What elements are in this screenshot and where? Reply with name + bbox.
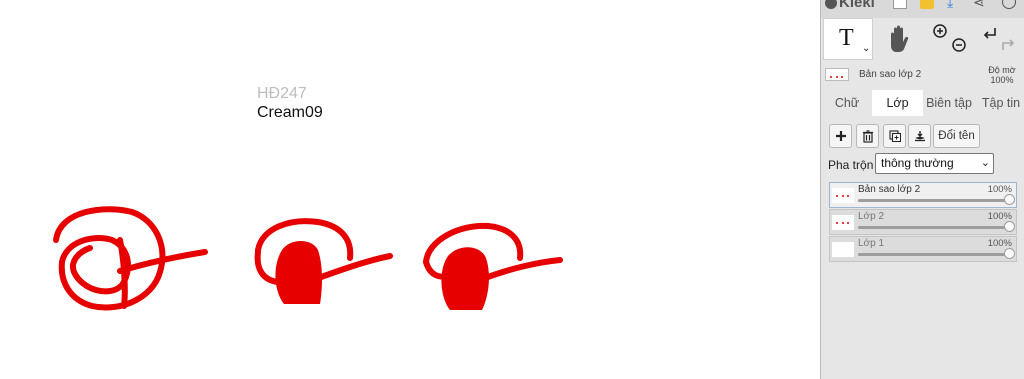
duplicate-layer-button[interactable] <box>883 124 906 148</box>
layer-name: Lớp 2 <box>858 211 885 222</box>
undo-redo-icons <box>983 28 1015 50</box>
layer-thumbnail <box>832 188 854 203</box>
current-layer-info: Bản sao lớp 2 Độ mờ 100% <box>821 60 1024 90</box>
layer-row-lop-2[interactable]: Lớp 2 100% <box>829 209 1017 235</box>
layer-thumbnail <box>832 242 854 257</box>
zoom-in-icon[interactable] <box>933 24 947 38</box>
chevron-down-icon: ⌄ <box>862 43 871 54</box>
layer-opacity-slider-handle[interactable] <box>1004 248 1015 259</box>
undo-redo-tools <box>977 18 1021 60</box>
rename-layer-button[interactable]: Đổi tên <box>933 124 980 148</box>
drawing-canvas[interactable]: HĐ247 Cream09 <box>0 0 820 379</box>
top-toolbar: Kleki ⤓ ⋖ <box>821 0 1024 18</box>
eye-2-line <box>313 253 393 282</box>
layer-opacity-slider[interactable] <box>858 226 1008 229</box>
layer-row-lop-1[interactable]: Lớp 1 100% <box>829 236 1017 262</box>
eye-2-pupil <box>275 241 322 304</box>
panel-tabs: Chữ Lớp Biên tập Tập tin <box>821 90 1024 116</box>
opacity-value: 100% <box>990 75 1014 85</box>
redo-icon[interactable] <box>1002 39 1015 50</box>
tab-bien-tap[interactable]: Biên tập <box>923 90 975 116</box>
text-tool-icon: T <box>839 25 854 51</box>
merge-layer-button[interactable] <box>908 124 931 148</box>
blend-mode-value: thông thường <box>881 156 954 170</box>
share-icon[interactable]: ⋖ <box>973 0 987 9</box>
eye-1-outline <box>53 206 166 311</box>
layer-opacity-slider-handle[interactable] <box>1004 221 1015 232</box>
merge-down-icon <box>915 131 925 142</box>
current-layer-thumbnail <box>825 68 849 81</box>
trash-icon <box>863 130 873 143</box>
layer-controls: Đổi tên Pha trộn thông thường ⌄ Bản sao … <box>821 116 1024 378</box>
logo-icon <box>825 0 837 10</box>
blend-mode-label: Pha trộn <box>828 158 874 172</box>
tab-tap-tin[interactable]: Tập tin <box>977 90 1024 116</box>
layer-opacity-slider-handle[interactable] <box>1004 194 1015 205</box>
text-tool-button[interactable]: T ⌄ <box>823 18 873 60</box>
opacity-label: Độ mờ <box>988 65 1016 75</box>
tools-row: T ⌄ <box>821 18 1024 60</box>
kleki-logo[interactable]: Kleki <box>825 0 875 11</box>
app-name: Kleki <box>839 0 875 11</box>
new-file-icon[interactable] <box>893 0 907 9</box>
side-panel: Kleki ⤓ ⋖ T ⌄ Bản sao lớp 2 Độ mờ 100% C… <box>820 0 1024 379</box>
eye-2-lower <box>254 249 281 285</box>
duplicate-icon <box>889 130 901 142</box>
download-icon[interactable]: ⤓ <box>947 0 961 9</box>
hand-tool-button[interactable] <box>877 18 921 60</box>
undo-icon[interactable] <box>983 28 996 39</box>
kleki-app: HĐ247 Cream09 Kleki ⤓ ⋖ T ⌄ Bản sao lớp … <box>0 0 1024 379</box>
eye-3-pupil <box>441 247 489 310</box>
layer-name: Lớp 1 <box>858 238 885 249</box>
layer-row-ban-sao-lop-2[interactable]: Bản sao lớp 2 100% <box>829 182 1017 208</box>
delete-layer-button[interactable] <box>856 124 879 148</box>
layer-thumbnail <box>832 215 854 230</box>
add-layer-button[interactable] <box>829 124 852 148</box>
plus-icon <box>836 131 846 141</box>
zoom-tools <box>929 18 973 60</box>
layer-opacity-slider[interactable] <box>858 253 1008 256</box>
hand-tool-icon <box>891 25 909 52</box>
current-layer-name: Bản sao lớp 2 <box>859 69 922 80</box>
folder-icon[interactable] <box>920 0 934 9</box>
canvas-drawing <box>53 206 563 311</box>
eye-3-line <box>477 257 563 283</box>
help-icon[interactable] <box>1002 0 1016 9</box>
blend-mode-select[interactable]: thông thường ⌄ <box>875 153 994 174</box>
layer-opacity-slider[interactable] <box>858 199 1008 202</box>
tab-lop[interactable]: Lớp <box>872 90 923 116</box>
tab-chu[interactable]: Chữ <box>825 90 869 116</box>
chevron-down-icon: ⌄ <box>980 157 990 169</box>
layer-name: Bản sao lớp 2 <box>858 184 921 195</box>
zoom-out-icon[interactable] <box>952 38 966 52</box>
zoom-icons <box>933 24 966 52</box>
